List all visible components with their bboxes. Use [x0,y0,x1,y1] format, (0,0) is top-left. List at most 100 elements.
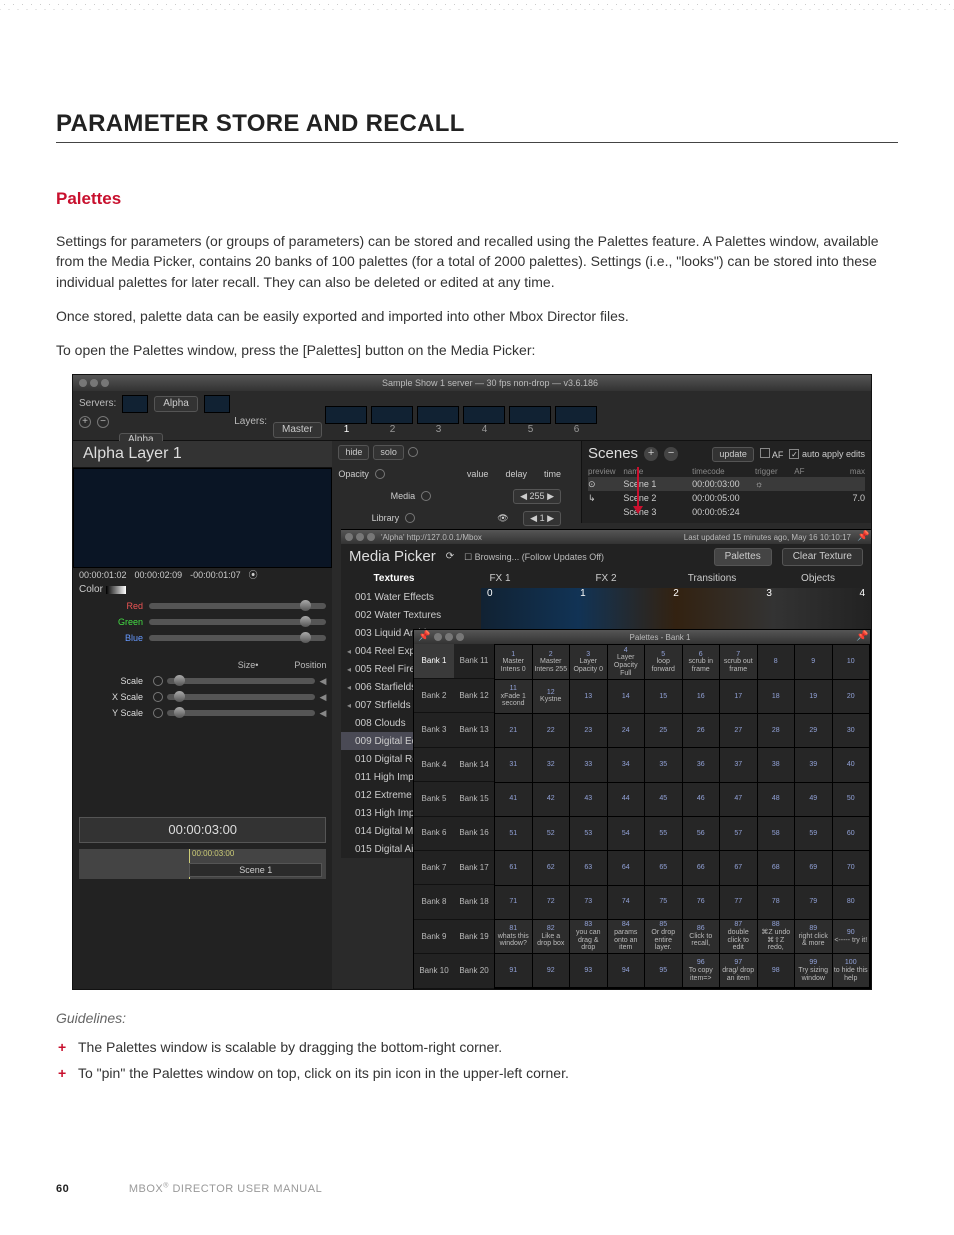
pin-icon[interactable]: 📌 [856,632,866,642]
bank-button[interactable]: Bank 7 [414,851,454,885]
palette-cell[interactable]: 62 [533,851,570,884]
palette-cell[interactable]: 44 [608,783,645,816]
palette-cell[interactable]: 1Master Intens 0 [495,645,532,678]
palette-cell[interactable]: 83you can drag & drop [570,920,607,953]
palette-cell[interactable]: 51 [495,817,532,850]
palette-cell[interactable]: 12Kystne [533,680,570,713]
palette-cell[interactable]: 100to hide this help [833,954,870,987]
scale-slider[interactable] [167,694,315,700]
palette-cell[interactable]: 87double click to edit [720,920,757,953]
palette-cell[interactable]: 60 [833,817,870,850]
bank-button[interactable]: Bank 8 [414,885,454,919]
palette-cell[interactable]: 31 [495,748,532,781]
value-stepper[interactable]: ◀ 255 ▶ [513,489,561,504]
palette-cell[interactable]: 26 [683,714,720,747]
palette-cell[interactable]: 45 [645,783,682,816]
radio-icon[interactable] [153,692,163,702]
media-timeline[interactable]: 01234 [481,588,871,630]
mp-tab[interactable]: FX 1 [447,573,553,585]
library-stepper[interactable]: ◀ 1 ▶ [523,511,561,526]
eye-icon[interactable]: 👁 [497,513,508,524]
blue-slider[interactable] [149,635,326,641]
bank-button[interactable]: Bank 5 [414,782,454,816]
scale-slider[interactable] [167,678,315,684]
palette-cell[interactable]: 95 [645,954,682,987]
palette-cell[interactable]: 97drag/ drop an item [720,954,757,987]
bank-button[interactable]: Bank 15 [454,782,494,816]
palette-cell[interactable]: 17 [720,680,757,713]
minimize-icon[interactable] [90,379,98,387]
palette-cell[interactable]: 35 [645,748,682,781]
scene-row[interactable]: ⊙Scene 100:00:03:00☼ [588,477,865,491]
hide-button[interactable]: hide [338,445,369,460]
clear-texture-button[interactable]: Clear Texture [782,548,863,566]
palette-cell[interactable]: 81whats this window? [495,920,532,953]
palette-cell[interactable]: 43 [570,783,607,816]
palette-cell[interactable]: 21 [495,714,532,747]
bank-button[interactable]: Bank 6 [414,817,454,851]
palette-cell[interactable]: 39 [795,748,832,781]
bank-button[interactable]: Bank 14 [454,748,494,782]
close-icon[interactable] [345,533,353,541]
add-scene-button[interactable]: + [644,447,658,461]
server-tab[interactable]: Alpha [154,396,198,412]
mp-tab[interactable]: Textures [341,573,447,585]
bank-button[interactable]: Bank 16 [454,817,494,851]
pin-icon[interactable]: 📌 [418,632,428,642]
bank-button[interactable]: Bank 11 [454,644,494,678]
bank-button[interactable]: Bank 2 [414,679,454,713]
bank-button[interactable]: Bank 12 [454,679,494,713]
palette-cell[interactable]: 14 [608,680,645,713]
palette-cell[interactable]: 96To copy item=> [683,954,720,987]
zoom-icon[interactable] [456,633,464,641]
palette-cell[interactable]: 48 [758,783,795,816]
palette-cell[interactable]: 6scrub in frame [683,645,720,678]
bank-button[interactable]: Bank 1 [414,644,454,678]
bank-button[interactable]: Bank 3 [414,713,454,747]
palette-cell[interactable]: 54 [608,817,645,850]
palette-cell[interactable]: 19 [795,680,832,713]
palette-cell[interactable]: 16 [683,680,720,713]
palette-cell[interactable]: 22 [533,714,570,747]
palette-cell[interactable]: 72 [533,886,570,919]
scene-row[interactable]: ↳Scene 200:00:05:007.0 [588,491,865,505]
palette-cell[interactable]: 70 [833,851,870,884]
pin-icon[interactable]: 📌 [857,532,867,542]
palette-cell[interactable]: 10 [833,645,870,678]
radio-icon[interactable] [375,469,385,479]
palette-cell[interactable]: 77 [720,886,757,919]
palette-cell[interactable]: 4Layer Opacity Full [608,645,645,678]
palette-cell[interactable]: 27 [720,714,757,747]
solo-button[interactable]: solo [373,445,404,460]
mp-tab[interactable]: FX 2 [553,573,659,585]
scale-slider[interactable] [167,710,315,716]
scene-timeline[interactable]: 00:00:03:00 Scene 1 [79,849,326,879]
palette-cell[interactable]: 41 [495,783,532,816]
palette-cell[interactable]: 80 [833,886,870,919]
radio-icon[interactable] [408,447,418,457]
zoom-icon[interactable] [101,379,109,387]
palette-cell[interactable]: 3Layer Opacity 0 [570,645,607,678]
zoom-icon[interactable] [367,533,375,541]
palette-cell[interactable]: 25 [645,714,682,747]
palette-cell[interactable]: 56 [683,817,720,850]
palette-cell[interactable]: 64 [608,851,645,884]
palette-cell[interactable]: 32 [533,748,570,781]
palette-cell[interactable]: 90<----- try it! [833,920,870,953]
radio-icon[interactable] [153,676,163,686]
palette-cell[interactable]: 24 [608,714,645,747]
palette-cell[interactable]: 94 [608,954,645,987]
palette-cell[interactable]: 66 [683,851,720,884]
mp-tab[interactable]: Objects [765,573,871,585]
mp-tab[interactable]: Transitions [659,573,765,585]
palette-cell[interactable]: 57 [720,817,757,850]
layer-number[interactable]: 5 [510,424,552,436]
palette-cell[interactable]: 28 [758,714,795,747]
minimize-icon[interactable] [445,633,453,641]
layer-thumb[interactable] [463,406,505,424]
palette-cell[interactable]: 15 [645,680,682,713]
palette-cell[interactable]: 58 [758,817,795,850]
palette-cell[interactable]: 38 [758,748,795,781]
auto-apply-checkbox[interactable]: ✓ [789,449,799,459]
palette-cell[interactable]: 47 [720,783,757,816]
